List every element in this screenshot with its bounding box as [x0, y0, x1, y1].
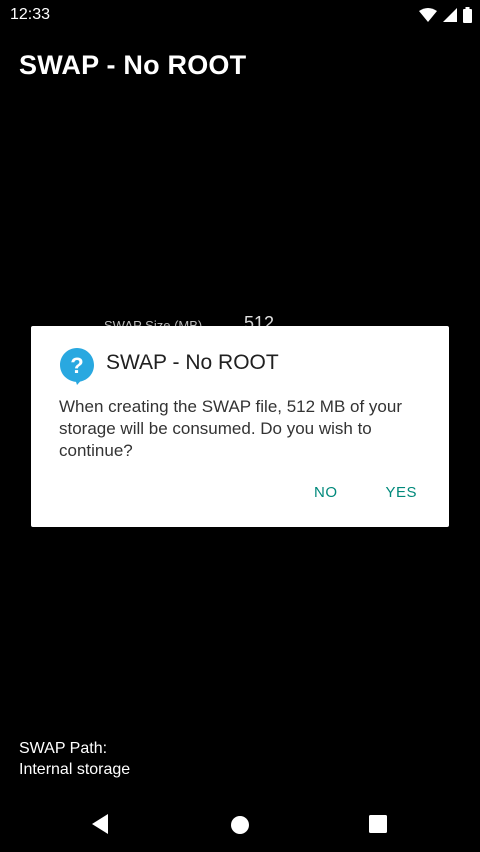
battery-icon [463, 7, 472, 23]
recents-icon[interactable] [369, 815, 387, 833]
yes-button[interactable]: YES [385, 484, 417, 501]
status-bar: 12:33 [0, 0, 480, 30]
signal-icon [443, 8, 457, 22]
swap-path-label: SWAP Path: [19, 740, 108, 757]
no-button[interactable]: NO [314, 484, 338, 501]
wifi-icon [419, 8, 437, 22]
swap-path-info: SWAP Path: Internal storage [19, 738, 130, 780]
dialog-title: SWAP - No ROOT [106, 351, 279, 374]
svg-text:?: ? [70, 353, 83, 378]
question-icon: ? [60, 348, 94, 385]
nav-bar [0, 800, 480, 852]
swap-path-value: Internal storage [19, 761, 131, 778]
status-icons [419, 6, 472, 24]
back-icon[interactable] [90, 813, 110, 835]
home-icon[interactable] [230, 815, 250, 835]
confirm-dialog: ? SWAP - No ROOT When creating the SWAP … [31, 326, 449, 527]
dialog-actions: NO YES [314, 484, 417, 501]
dialog-message: When creating the SWAP file, 512 MB of y… [59, 397, 402, 460]
status-time: 12:33 [10, 6, 51, 23]
app-title: SWAP - No ROOT [19, 50, 247, 80]
